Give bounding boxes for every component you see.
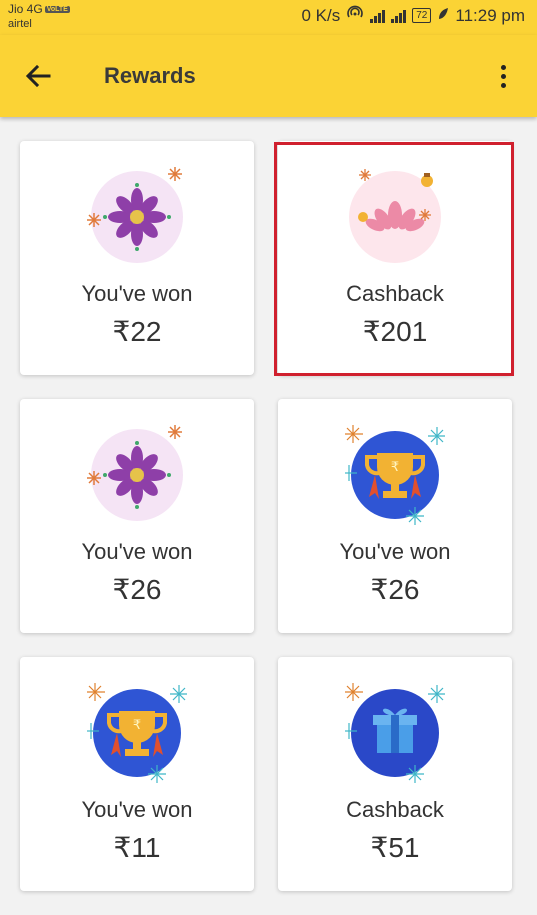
reward-card[interactable]: Cashback ₹51: [278, 657, 512, 891]
carrier-secondary: airtel: [8, 18, 32, 30]
reward-amount: ₹26: [112, 574, 162, 605]
volte-badge: VoLTE: [44, 5, 70, 13]
reward-amount: ₹26: [370, 574, 420, 605]
trophy-icon: ₹: [345, 425, 445, 525]
reward-label: Cashback: [346, 281, 444, 306]
mandala-icon: [87, 167, 183, 263]
reward-card[interactable]: You've won ₹22: [20, 141, 254, 375]
reward-label: Cashback: [346, 797, 444, 822]
trophy-icon: ₹: [87, 683, 187, 783]
carrier-primary-label: Jio 4G: [8, 2, 43, 16]
leaf-icon: [437, 6, 449, 26]
reward-card[interactable]: ₹ You've won ₹11: [20, 657, 254, 891]
reward-amount: ₹11: [113, 832, 161, 863]
signal-icon: [391, 9, 407, 23]
network-speed: 0 K/s: [301, 5, 341, 25]
reward-label: You've won: [81, 797, 193, 822]
reward-card[interactable]: Cashback ₹201: [278, 141, 512, 375]
reward-label: You've won: [81, 539, 193, 564]
reward-card[interactable]: You've won ₹26: [20, 399, 254, 633]
reward-label: You've won: [81, 281, 193, 306]
signal-4g-icon: [370, 9, 386, 23]
reward-label: You've won: [339, 539, 451, 564]
gift-box-icon: [345, 683, 445, 783]
status-bar: Jio 4G VoLTE airtel 0 K/s 72 11:29 pm: [0, 0, 537, 35]
svg-text:₹: ₹: [133, 718, 141, 733]
svg-text:₹: ₹: [391, 460, 399, 475]
reward-amount: ₹22: [112, 316, 162, 347]
carrier-primary: Jio 4G VoLTE: [8, 2, 70, 16]
mandala-icon: [87, 425, 183, 521]
hotspot-icon: [346, 5, 364, 26]
back-button[interactable]: [18, 59, 58, 93]
clock: 11:29 pm: [455, 5, 525, 25]
battery-icon: 72: [412, 8, 432, 23]
page-title: Rewards: [104, 63, 196, 88]
arrow-left-icon: [25, 65, 51, 87]
lotus-icon: [349, 169, 441, 263]
reward-card[interactable]: ₹ You've won ₹26: [278, 399, 512, 633]
reward-amount: ₹201: [362, 316, 428, 347]
reward-amount: ₹51: [370, 832, 420, 863]
app-bar: Rewards: [0, 35, 537, 117]
overflow-menu-button[interactable]: [489, 59, 517, 93]
